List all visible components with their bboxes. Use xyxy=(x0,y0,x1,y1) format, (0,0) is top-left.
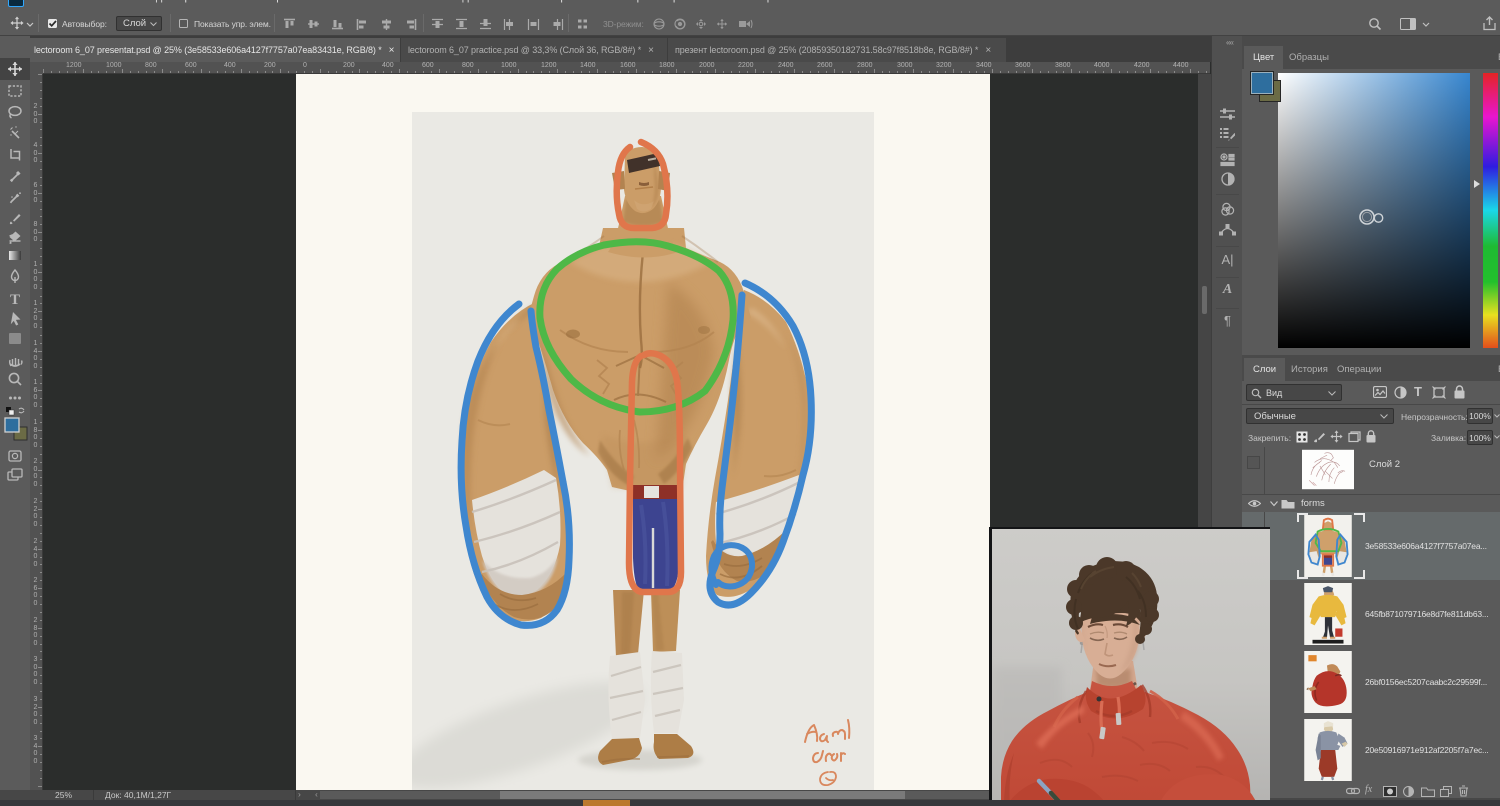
svg-text:T: T xyxy=(10,292,20,308)
